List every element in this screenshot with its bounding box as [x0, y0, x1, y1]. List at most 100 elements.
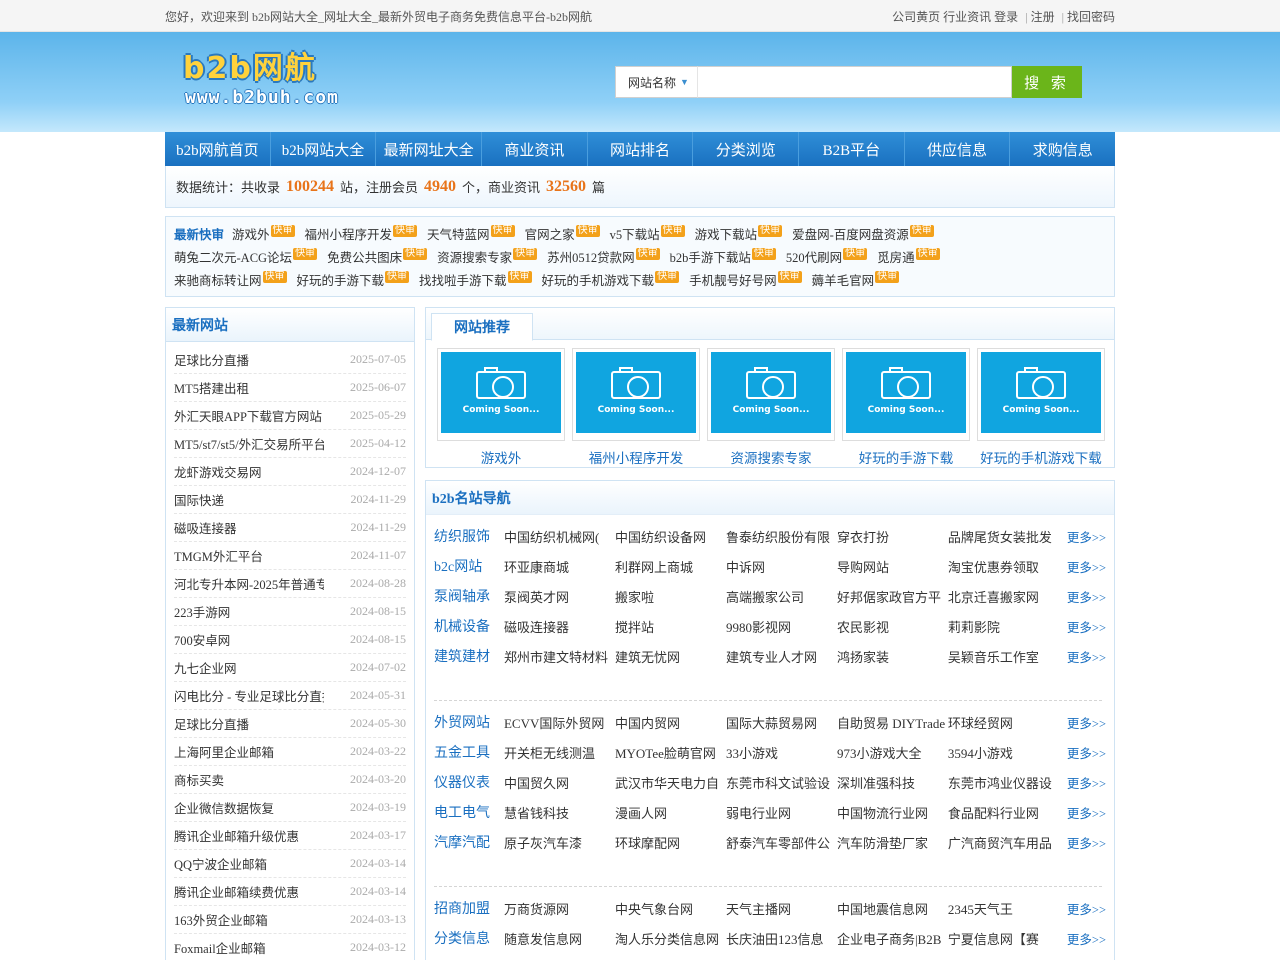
- latest-site-name[interactable]: 企业微信数据恢复: [174, 798, 324, 817]
- nav-supply-info[interactable]: 供应信息: [905, 132, 1011, 166]
- directory-site-link[interactable]: 北京迁喜搬家网: [948, 587, 1059, 606]
- directory-site-link[interactable]: 好邦倨家政官方平: [837, 587, 948, 606]
- directory-site-link[interactable]: 中国内贸网: [615, 713, 726, 732]
- list-item[interactable]: 上海阿里企业邮箱 2024-03-22: [174, 738, 406, 766]
- directory-site-link[interactable]: 利群网上商城: [615, 557, 726, 576]
- directory-site-link[interactable]: MYOTee脸萌官网: [615, 743, 726, 762]
- directory-site-link[interactable]: 泵阀英才网: [504, 587, 615, 606]
- quick-item[interactable]: 萌兔二次元-ACG论坛 快审: [174, 247, 318, 266]
- more-link[interactable]: 更多>>: [1067, 557, 1106, 576]
- recommend-item[interactable]: Coming Soon... 好玩的手游下载: [842, 348, 970, 467]
- quick-item[interactable]: 找找啦手游下载 快审: [419, 270, 532, 289]
- list-item[interactable]: 700安卓网 2024-08-15: [174, 626, 406, 654]
- search-button[interactable]: 搜 索: [1012, 66, 1082, 98]
- directory-site-link[interactable]: 天气主播网: [726, 899, 837, 918]
- latest-site-name[interactable]: 商标买卖: [174, 770, 324, 789]
- list-item[interactable]: QQ宁波企业邮箱 2024-03-14: [174, 850, 406, 878]
- link-industry-news[interactable]: 行业资讯: [943, 10, 991, 24]
- list-item[interactable]: 河北专升本网-2025年普通专升本 2024-08-28: [174, 570, 406, 598]
- more-link[interactable]: 更多>>: [1067, 773, 1106, 792]
- latest-site-name[interactable]: Foxmail企业邮箱: [174, 938, 324, 957]
- directory-site-link[interactable]: 宁夏信息网【赛: [948, 929, 1059, 948]
- directory-site-link[interactable]: 搬家啦: [615, 587, 726, 606]
- list-item[interactable]: 龙虾游戏交易网 2024-12-07: [174, 458, 406, 486]
- directory-category[interactable]: 仪器仪表: [434, 772, 504, 792]
- more-link[interactable]: 更多>>: [1067, 743, 1106, 762]
- directory-site-link[interactable]: 中国贸久网: [504, 773, 615, 792]
- nav-category-browse[interactable]: 分类浏览: [693, 132, 800, 166]
- directory-site-link[interactable]: 环亚康商城: [504, 557, 615, 576]
- link-login[interactable]: 登录: [994, 10, 1018, 24]
- directory-site-link[interactable]: 国际大蒜贸易网: [726, 713, 837, 732]
- more-link[interactable]: 更多>>: [1067, 647, 1106, 666]
- directory-site-link[interactable]: 长庆油田123信息: [726, 929, 837, 948]
- recommend-item[interactable]: Coming Soon... 福州小程序开发: [572, 348, 700, 467]
- latest-site-name[interactable]: TMGM外汇平台: [174, 546, 324, 565]
- nav-b2b-platform[interactable]: B2B平台: [799, 132, 905, 166]
- directory-site-link[interactable]: 东莞市鸿业仪器设: [948, 773, 1059, 792]
- directory-site-link[interactable]: ECVV国际外贸网: [504, 713, 615, 732]
- directory-site-link[interactable]: 高端搬家公司: [726, 587, 837, 606]
- directory-site-link[interactable]: 品牌尾货女装批发: [948, 527, 1059, 546]
- directory-site-link[interactable]: 开关柜无线测温: [504, 743, 615, 762]
- latest-site-name[interactable]: 磁吸连接器: [174, 518, 324, 537]
- directory-site-link[interactable]: 弱电行业网: [726, 803, 837, 822]
- quick-item[interactable]: 免费公共图床 快审: [327, 247, 428, 266]
- directory-category[interactable]: 招商加盟: [434, 898, 504, 918]
- directory-site-link[interactable]: 磁吸连接器: [504, 617, 615, 636]
- directory-site-link[interactable]: 深圳准强科技: [837, 773, 948, 792]
- directory-category[interactable]: 机械设备: [434, 616, 504, 636]
- directory-site-link[interactable]: 原子灰汽车漆: [504, 833, 615, 852]
- more-link[interactable]: 更多>>: [1067, 587, 1106, 606]
- latest-site-name[interactable]: 河北专升本网-2025年普通专升本: [174, 574, 324, 593]
- nav-purchase-info[interactable]: 求购信息: [1010, 132, 1115, 166]
- directory-site-link[interactable]: 舒泰汽车零部件公: [726, 833, 837, 852]
- latest-site-name[interactable]: 足球比分直播: [174, 714, 324, 733]
- recommend-item[interactable]: Coming Soon... 游戏外: [437, 348, 565, 467]
- directory-category[interactable]: 外贸网站: [434, 712, 504, 732]
- list-item[interactable]: MT5/st7/st5/外汇交易所平台搭建 2025-04-12: [174, 430, 406, 458]
- directory-site-link[interactable]: 淘宝优惠券领取: [948, 557, 1059, 576]
- latest-site-name[interactable]: 上海阿里企业邮箱: [174, 742, 324, 761]
- quick-item[interactable]: 福州小程序开发 快审: [305, 224, 418, 243]
- directory-site-link[interactable]: 汽车防滑垫厂家: [837, 833, 948, 852]
- directory-site-link[interactable]: 万商货源网: [504, 899, 615, 918]
- directory-category[interactable]: 五金工具: [434, 742, 504, 762]
- quick-item[interactable]: 薅羊毛官网 快审: [812, 270, 900, 289]
- search-input[interactable]: [697, 66, 1012, 98]
- directory-site-link[interactable]: 中国纺织机械网(: [504, 527, 615, 546]
- directory-site-link[interactable]: 建筑无忧网: [615, 647, 726, 666]
- latest-site-name[interactable]: 闪电比分 - 专业足球比分直播: [174, 686, 324, 705]
- site-logo[interactable]: b2b网航 www.b2buh.com: [183, 52, 353, 114]
- directory-site-link[interactable]: 搅拌站: [615, 617, 726, 636]
- list-item[interactable]: 足球比分直播 2025-07-05: [174, 346, 406, 374]
- directory-site-link[interactable]: 莉莉影院: [948, 617, 1059, 636]
- directory-site-link[interactable]: 穿衣打扮: [837, 527, 948, 546]
- directory-site-link[interactable]: 武汉市华天电力自: [615, 773, 726, 792]
- list-item[interactable]: 163外贸企业邮箱 2024-03-13: [174, 906, 406, 934]
- directory-site-link[interactable]: 环球经贸网: [948, 713, 1059, 732]
- quick-item[interactable]: 520代刷网 快审: [786, 247, 868, 266]
- quick-item[interactable]: 游戏外 快审: [232, 224, 295, 243]
- link-register[interactable]: 注册: [1031, 10, 1055, 24]
- list-item[interactable]: 企业微信数据恢复 2024-03-19: [174, 794, 406, 822]
- directory-site-link[interactable]: 慧省钱科技: [504, 803, 615, 822]
- directory-site-link[interactable]: 导购网站: [837, 557, 948, 576]
- latest-site-name[interactable]: 足球比分直播: [174, 350, 324, 369]
- directory-site-link[interactable]: 中央气象台网: [615, 899, 726, 918]
- link-recover-password[interactable]: 找回密码: [1067, 10, 1115, 24]
- directory-site-link[interactable]: 农民影视: [837, 617, 948, 636]
- directory-site-link[interactable]: 3594小游戏: [948, 743, 1059, 762]
- list-item[interactable]: 九七企业网 2024-07-02: [174, 654, 406, 682]
- directory-site-link[interactable]: 2345天气王: [948, 899, 1059, 918]
- list-item[interactable]: MT5搭建出租 2025-06-07: [174, 374, 406, 402]
- list-item[interactable]: Foxmail企业邮箱 2024-03-12: [174, 934, 406, 960]
- directory-site-link[interactable]: 环球摩配网: [615, 833, 726, 852]
- nav-site-ranking[interactable]: 网站排名: [588, 132, 694, 166]
- latest-site-name[interactable]: 外汇天眼APP下载官方网站: [174, 406, 324, 425]
- more-link[interactable]: 更多>>: [1067, 527, 1106, 546]
- latest-site-name[interactable]: 163外贸企业邮箱: [174, 910, 324, 929]
- directory-site-link[interactable]: 随意发信息网: [504, 929, 615, 948]
- nav-business-news[interactable]: 商业资讯: [482, 132, 588, 166]
- latest-site-name[interactable]: 国际快递: [174, 490, 324, 509]
